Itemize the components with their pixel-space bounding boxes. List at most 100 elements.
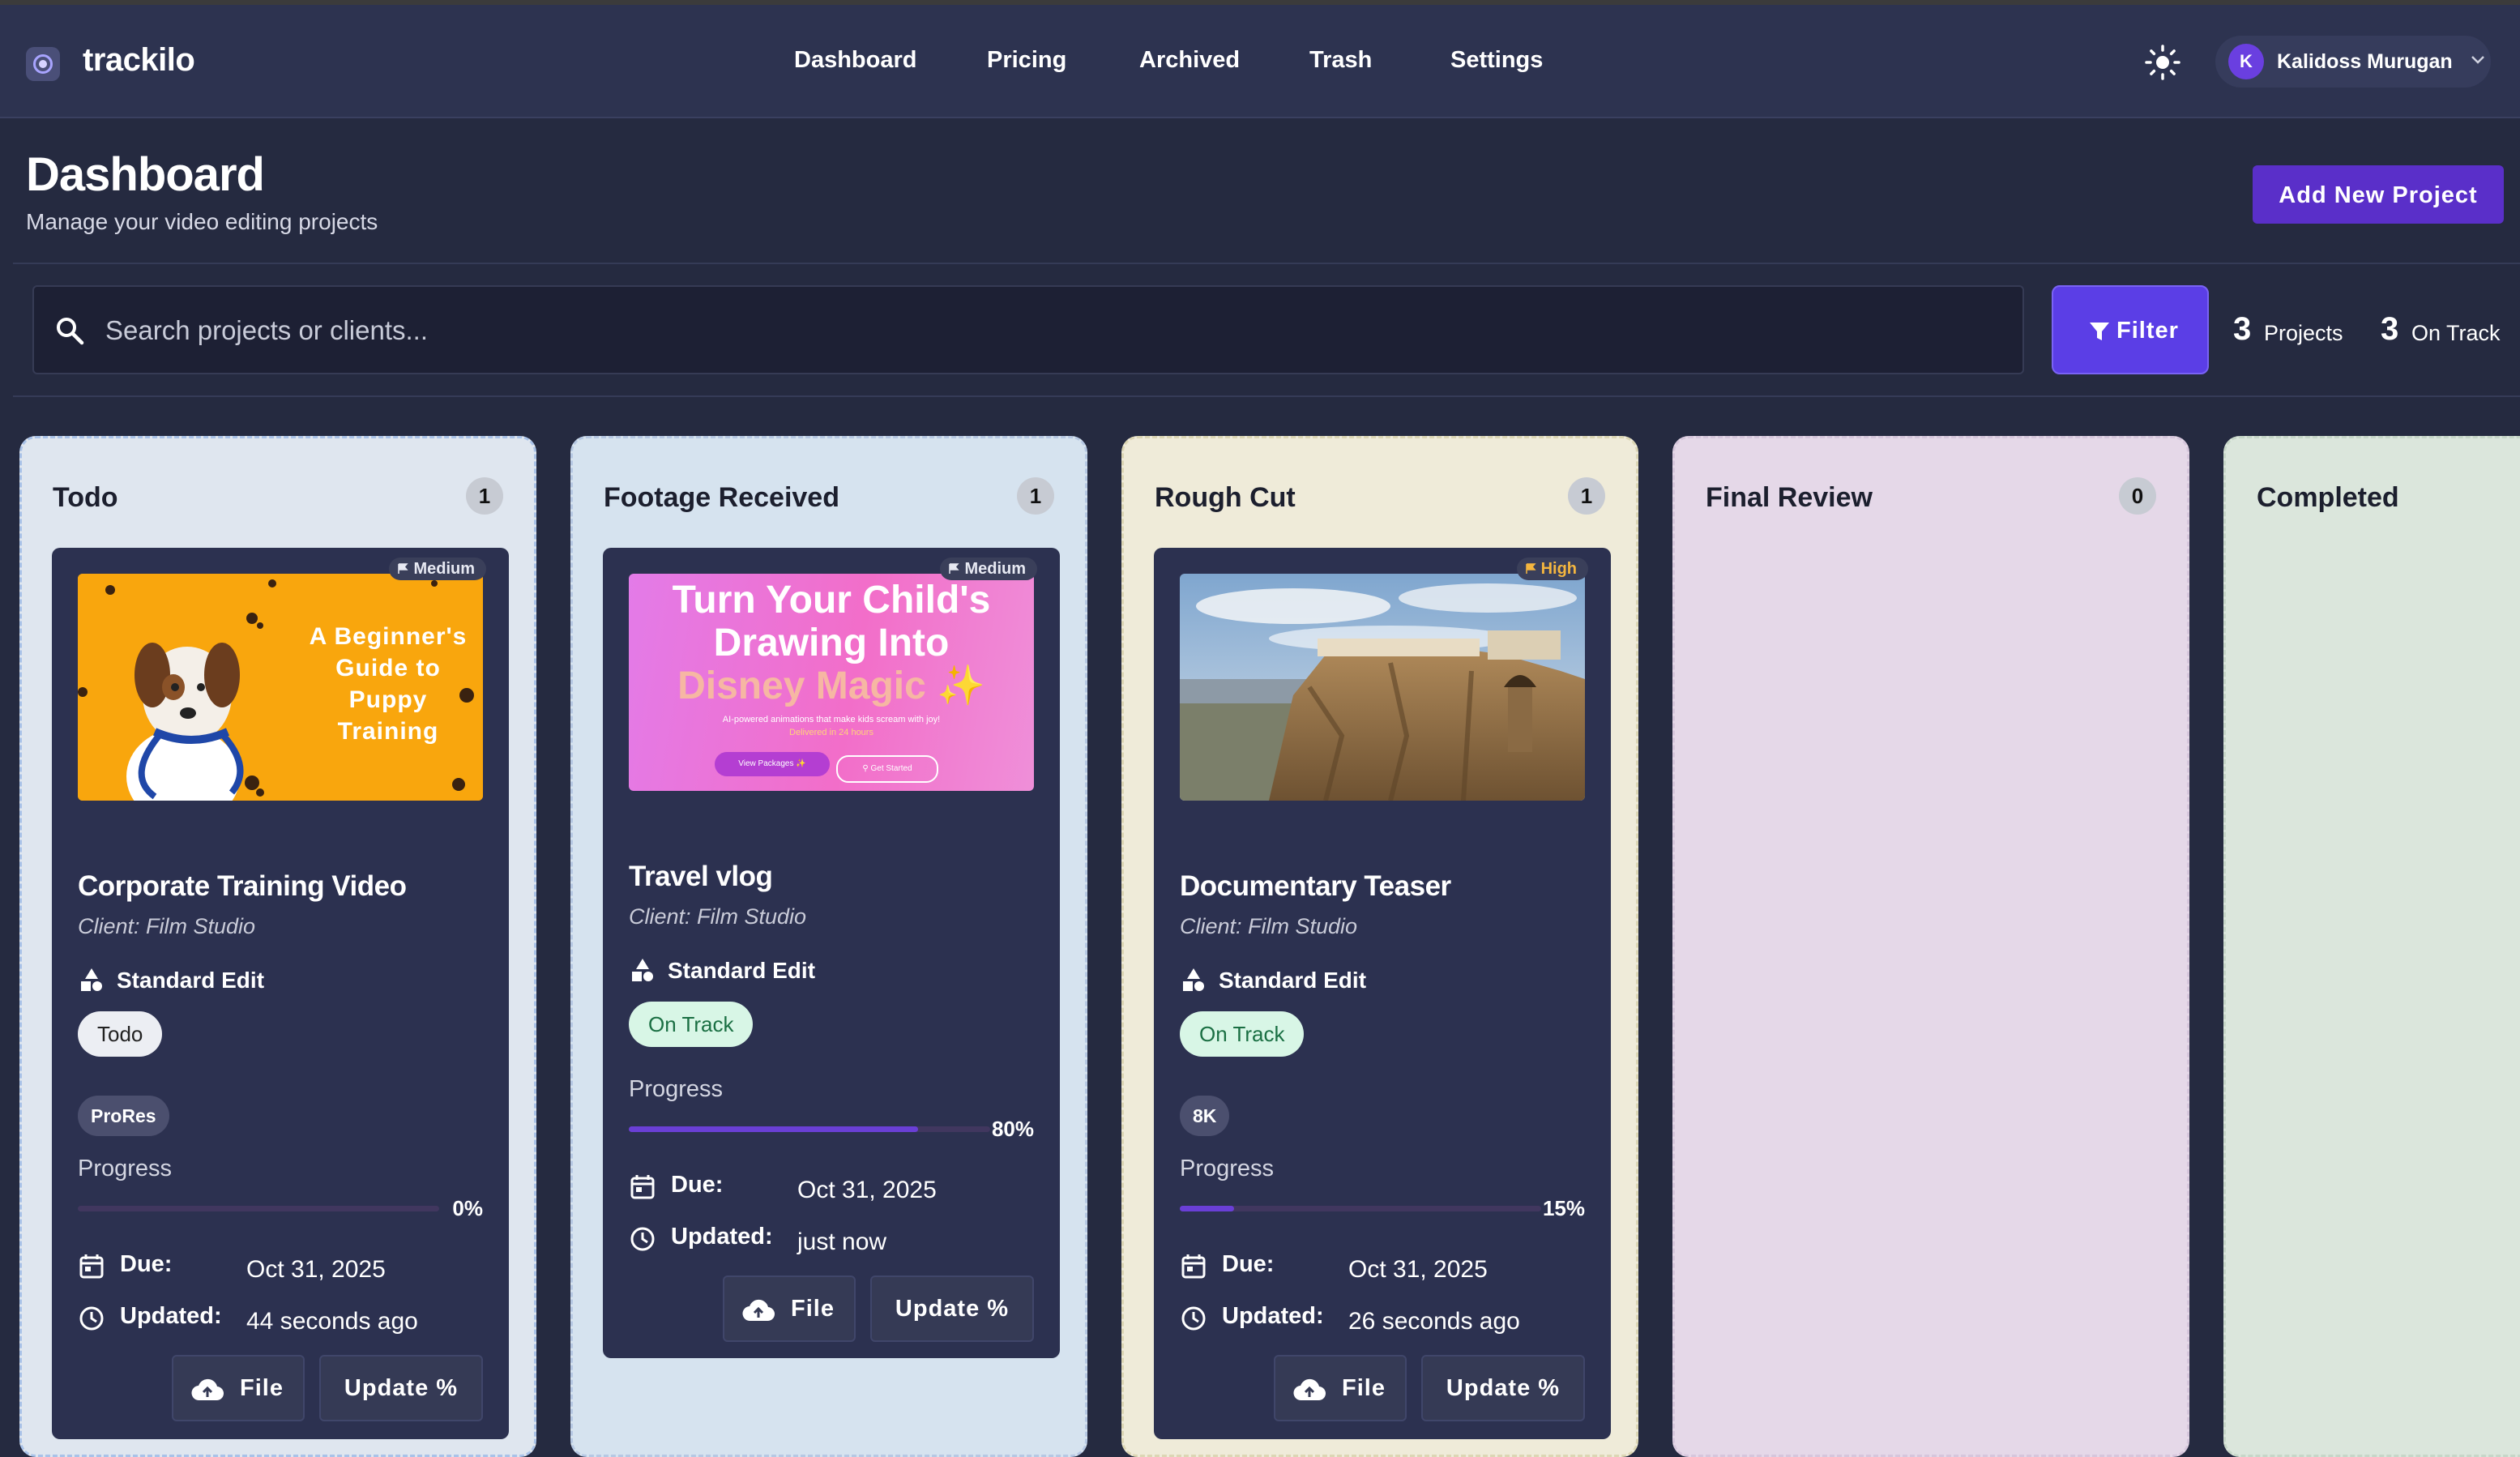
thumb-headline: Drawing Into bbox=[713, 622, 950, 664]
column-title: Final Review bbox=[1706, 482, 1873, 513]
logo-icon bbox=[26, 47, 60, 81]
due-date: Oct 31, 2025 bbox=[1348, 1256, 1488, 1283]
edit-type-label: Standard Edit bbox=[117, 968, 265, 993]
nav-pricing[interactable]: Pricing bbox=[987, 47, 1066, 74]
progress-bar bbox=[78, 1206, 439, 1211]
update-progress-button[interactable]: Update % bbox=[1421, 1355, 1585, 1421]
edit-type-label: Standard Edit bbox=[1219, 968, 1367, 993]
priority-label: Medium bbox=[413, 560, 475, 578]
status-chip[interactable]: Todo bbox=[78, 1011, 163, 1057]
updated-label: Updated: bbox=[1222, 1303, 1324, 1329]
cloud-upload-icon bbox=[742, 1299, 775, 1322]
progress-percent: 80% bbox=[991, 1117, 1034, 1141]
add-new-project-button[interactable]: Add New Project bbox=[2253, 165, 2504, 224]
progress-label: Progress bbox=[78, 1156, 173, 1181]
resolution-chip: 8K bbox=[1180, 1096, 1230, 1136]
column-completed[interactable]: Completed bbox=[2223, 436, 2520, 1457]
project-title[interactable]: Documentary Teaser bbox=[1180, 870, 1451, 903]
file-button-label: File bbox=[1342, 1375, 1386, 1401]
avatar: K bbox=[2228, 44, 2264, 79]
filter-label: Filter bbox=[2116, 318, 2179, 344]
projects-count: 3 bbox=[2233, 311, 2252, 347]
column-title: Rough Cut bbox=[1155, 482, 1296, 513]
due-label: Due: bbox=[671, 1172, 724, 1198]
projects-label: Projects bbox=[2264, 321, 2343, 345]
updated-time: 26 seconds ago bbox=[1348, 1308, 1520, 1335]
status-chip[interactable]: On Track bbox=[1180, 1011, 1305, 1057]
updated-time: just now bbox=[797, 1228, 887, 1255]
progress-percent: 15% bbox=[1542, 1196, 1585, 1220]
filter-icon bbox=[2090, 323, 2109, 340]
shapes-icon bbox=[632, 959, 653, 981]
progress-bar bbox=[629, 1126, 990, 1132]
nav-dashboard[interactable]: Dashboard bbox=[794, 47, 916, 74]
nav-settings[interactable]: Settings bbox=[1450, 47, 1543, 74]
app-logo-text[interactable]: trackilo bbox=[83, 42, 195, 79]
cloud-upload-icon bbox=[191, 1378, 224, 1401]
thumb-tagline: AI-powered animations that make kids scr… bbox=[722, 715, 941, 724]
upload-file-button[interactable]: File bbox=[723, 1275, 856, 1342]
chevron-down-icon bbox=[2471, 56, 2484, 64]
clock-icon bbox=[79, 1306, 104, 1331]
project-title[interactable]: Corporate Training Video bbox=[78, 870, 407, 903]
column-title: Todo bbox=[53, 482, 118, 513]
thumb-get-started: ⚲ Get Started bbox=[836, 755, 938, 783]
search-input[interactable] bbox=[104, 301, 2003, 360]
thumb-view-packages: View Packages ✨ bbox=[715, 752, 830, 776]
page-subtitle: Manage your video editing projects bbox=[26, 209, 378, 234]
column-count-badge: 1 bbox=[1568, 477, 1605, 515]
due-label: Due: bbox=[1222, 1251, 1275, 1277]
thumb-text-line: Guide to bbox=[335, 655, 441, 682]
cliff-town-thumbnail-image bbox=[1180, 574, 1585, 801]
clock-icon bbox=[630, 1227, 655, 1251]
column-count-badge: 1 bbox=[466, 477, 503, 515]
thumb-text-line: A Beginner's bbox=[309, 623, 468, 650]
column-count-badge: 0 bbox=[2119, 477, 2156, 515]
project-title[interactable]: Travel vlog bbox=[629, 861, 773, 893]
priority-label: High bbox=[1540, 560, 1577, 578]
toolbar-divider bbox=[13, 395, 2520, 397]
progress-bar-fill bbox=[629, 1126, 918, 1132]
priority-badge: High bbox=[1516, 558, 1588, 580]
header-divider bbox=[13, 263, 2520, 264]
upload-file-button[interactable]: File bbox=[172, 1355, 305, 1421]
thumb-tagline: Delivered in 24 hours bbox=[789, 728, 873, 737]
progress-bar bbox=[1180, 1206, 1541, 1211]
update-progress-button[interactable]: Update % bbox=[319, 1355, 483, 1421]
thumb-text-line: Puppy bbox=[348, 686, 428, 713]
update-progress-button[interactable]: Update % bbox=[870, 1275, 1034, 1342]
priority-badge: Medium bbox=[940, 558, 1037, 580]
status-chip[interactable]: On Track bbox=[629, 1002, 754, 1047]
shapes-icon bbox=[81, 968, 102, 991]
due-date: Oct 31, 2025 bbox=[246, 1256, 386, 1283]
flag-icon bbox=[398, 563, 409, 574]
calendar-icon bbox=[1181, 1254, 1206, 1279]
priority-label: Medium bbox=[964, 560, 1026, 578]
progress-label: Progress bbox=[1180, 1156, 1275, 1181]
edit-type-label: Standard Edit bbox=[668, 958, 816, 983]
project-thumbnail: A Beginner's Guide to Puppy Training bbox=[78, 574, 483, 801]
priority-badge: Medium bbox=[389, 558, 486, 580]
nav-archived[interactable]: Archived bbox=[1139, 47, 1240, 74]
project-client: Client: Film Studio bbox=[1180, 914, 1358, 938]
ontrack-label: On Track bbox=[2411, 321, 2501, 345]
filter-button[interactable]: Filter bbox=[2052, 285, 2209, 374]
project-client: Client: Film Studio bbox=[629, 904, 807, 929]
project-card[interactable]: A Beginner's Guide to Puppy Training Med… bbox=[52, 548, 509, 1439]
calendar-icon bbox=[79, 1254, 104, 1279]
page-title: Dashboard bbox=[26, 148, 265, 201]
project-thumbnail: Turn Your Child's Drawing Into Disney Ma… bbox=[629, 574, 1034, 791]
project-card[interactable]: High Documentary Teaser Client: Film Stu… bbox=[1154, 548, 1611, 1439]
upload-file-button[interactable]: File bbox=[1274, 1355, 1407, 1421]
theme-toggle-sun-icon[interactable] bbox=[2144, 44, 2181, 81]
nav-trash[interactable]: Trash bbox=[1309, 47, 1372, 74]
updated-time: 44 seconds ago bbox=[246, 1308, 418, 1335]
file-button-label: File bbox=[240, 1375, 284, 1401]
cloud-upload-icon bbox=[1293, 1378, 1326, 1401]
due-label: Due: bbox=[120, 1251, 173, 1277]
ontrack-count: 3 bbox=[2381, 311, 2399, 347]
updated-label: Updated: bbox=[671, 1224, 773, 1250]
column-final-review[interactable]: Final Review 0 bbox=[1672, 436, 2189, 1457]
flag-icon bbox=[949, 563, 960, 574]
project-card[interactable]: Turn Your Child's Drawing Into Disney Ma… bbox=[603, 548, 1060, 1358]
